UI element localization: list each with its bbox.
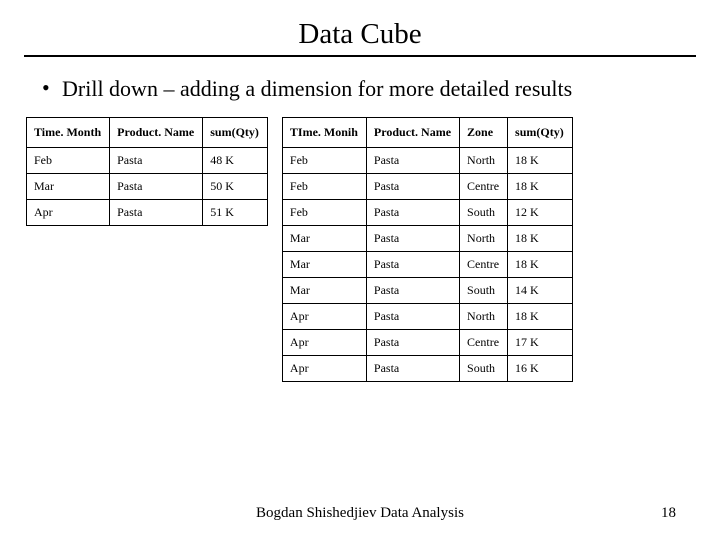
table-cell: 16 K — [508, 355, 573, 381]
title-divider — [24, 55, 696, 57]
table-row: MarPastaNorth18 K — [282, 225, 572, 251]
table-cell: Pasta — [366, 173, 459, 199]
table-cell: 17 K — [508, 329, 573, 355]
table-cell: North — [460, 225, 508, 251]
table-cell: Feb — [27, 147, 110, 173]
table-header-row: TIme. Monih Product. Name Zone sum(Qty) — [282, 117, 572, 147]
table-cell: Apr — [282, 355, 366, 381]
table-cell: Centre — [460, 251, 508, 277]
table-cell: Apr — [27, 199, 110, 225]
table-cell: 18 K — [508, 173, 573, 199]
table-cell: Feb — [282, 147, 366, 173]
table-cell: Pasta — [366, 277, 459, 303]
table-cell: Pasta — [110, 199, 203, 225]
table-cell: 18 K — [508, 147, 573, 173]
footer-text: Bogdan Shishedjiev Data Analysis — [0, 505, 720, 522]
summary-table: Time. Month Product. Name sum(Qty) FebPa… — [26, 117, 268, 226]
col-header: sum(Qty) — [203, 117, 268, 147]
table-header-row: Time. Month Product. Name sum(Qty) — [27, 117, 268, 147]
table-cell: Feb — [282, 199, 366, 225]
detail-table: TIme. Monih Product. Name Zone sum(Qty) … — [282, 117, 573, 382]
table-row: FebPastaNorth18 K — [282, 147, 572, 173]
slide-title: Data Cube — [28, 18, 692, 51]
table-cell: Pasta — [366, 199, 459, 225]
table-row: MarPastaCentre18 K — [282, 251, 572, 277]
page-number: 18 — [661, 505, 676, 522]
table-row: AprPastaNorth18 K — [282, 303, 572, 329]
table-cell: Pasta — [366, 355, 459, 381]
table-cell: South — [460, 199, 508, 225]
table-cell: North — [460, 147, 508, 173]
table-row: AprPasta51 K — [27, 199, 268, 225]
tables-container: Time. Month Product. Name sum(Qty) FebPa… — [26, 117, 692, 382]
table-row: FebPastaCentre18 K — [282, 173, 572, 199]
table-cell: Feb — [282, 173, 366, 199]
table-cell: 18 K — [508, 251, 573, 277]
table-cell: 50 K — [203, 173, 268, 199]
table-cell: Centre — [460, 173, 508, 199]
table-cell: Pasta — [366, 329, 459, 355]
table-cell: South — [460, 277, 508, 303]
table-cell: Mar — [282, 225, 366, 251]
table-row: MarPasta50 K — [27, 173, 268, 199]
table-cell: Pasta — [366, 147, 459, 173]
table-row: MarPastaSouth14 K — [282, 277, 572, 303]
col-header: TIme. Monih — [282, 117, 366, 147]
table-cell: Pasta — [366, 251, 459, 277]
table-cell: Mar — [27, 173, 110, 199]
table-cell: 18 K — [508, 303, 573, 329]
table-cell: Apr — [282, 303, 366, 329]
t1-body: FebPasta48 KMarPasta50 KAprPasta51 K — [27, 147, 268, 225]
table-row: FebPasta48 K — [27, 147, 268, 173]
table-cell: 48 K — [203, 147, 268, 173]
table-cell: 51 K — [203, 199, 268, 225]
table-cell: Pasta — [366, 303, 459, 329]
table-cell: Apr — [282, 329, 366, 355]
bullet-marker: • — [42, 75, 62, 101]
col-header: sum(Qty) — [508, 117, 573, 147]
table-cell: South — [460, 355, 508, 381]
table-cell: 12 K — [508, 199, 573, 225]
col-header: Zone — [460, 117, 508, 147]
table-cell: Mar — [282, 277, 366, 303]
slide: Data Cube • Drill down – adding a dimens… — [0, 0, 720, 540]
bullet-item: • Drill down – adding a dimension for mo… — [42, 75, 692, 103]
table-cell: Pasta — [110, 147, 203, 173]
table-cell: Mar — [282, 251, 366, 277]
table-cell: Centre — [460, 329, 508, 355]
t2-body: FebPastaNorth18 KFebPastaCentre18 KFebPa… — [282, 147, 572, 381]
col-header: Product. Name — [110, 117, 203, 147]
table-cell: Pasta — [110, 173, 203, 199]
table-cell: Pasta — [366, 225, 459, 251]
table-cell: 14 K — [508, 277, 573, 303]
table-row: AprPastaCentre17 K — [282, 329, 572, 355]
col-header: Product. Name — [366, 117, 459, 147]
bullet-text: Drill down – adding a dimension for more… — [62, 75, 692, 103]
table-row: FebPastaSouth12 K — [282, 199, 572, 225]
col-header: Time. Month — [27, 117, 110, 147]
table-row: AprPastaSouth16 K — [282, 355, 572, 381]
table-cell: North — [460, 303, 508, 329]
table-cell: 18 K — [508, 225, 573, 251]
